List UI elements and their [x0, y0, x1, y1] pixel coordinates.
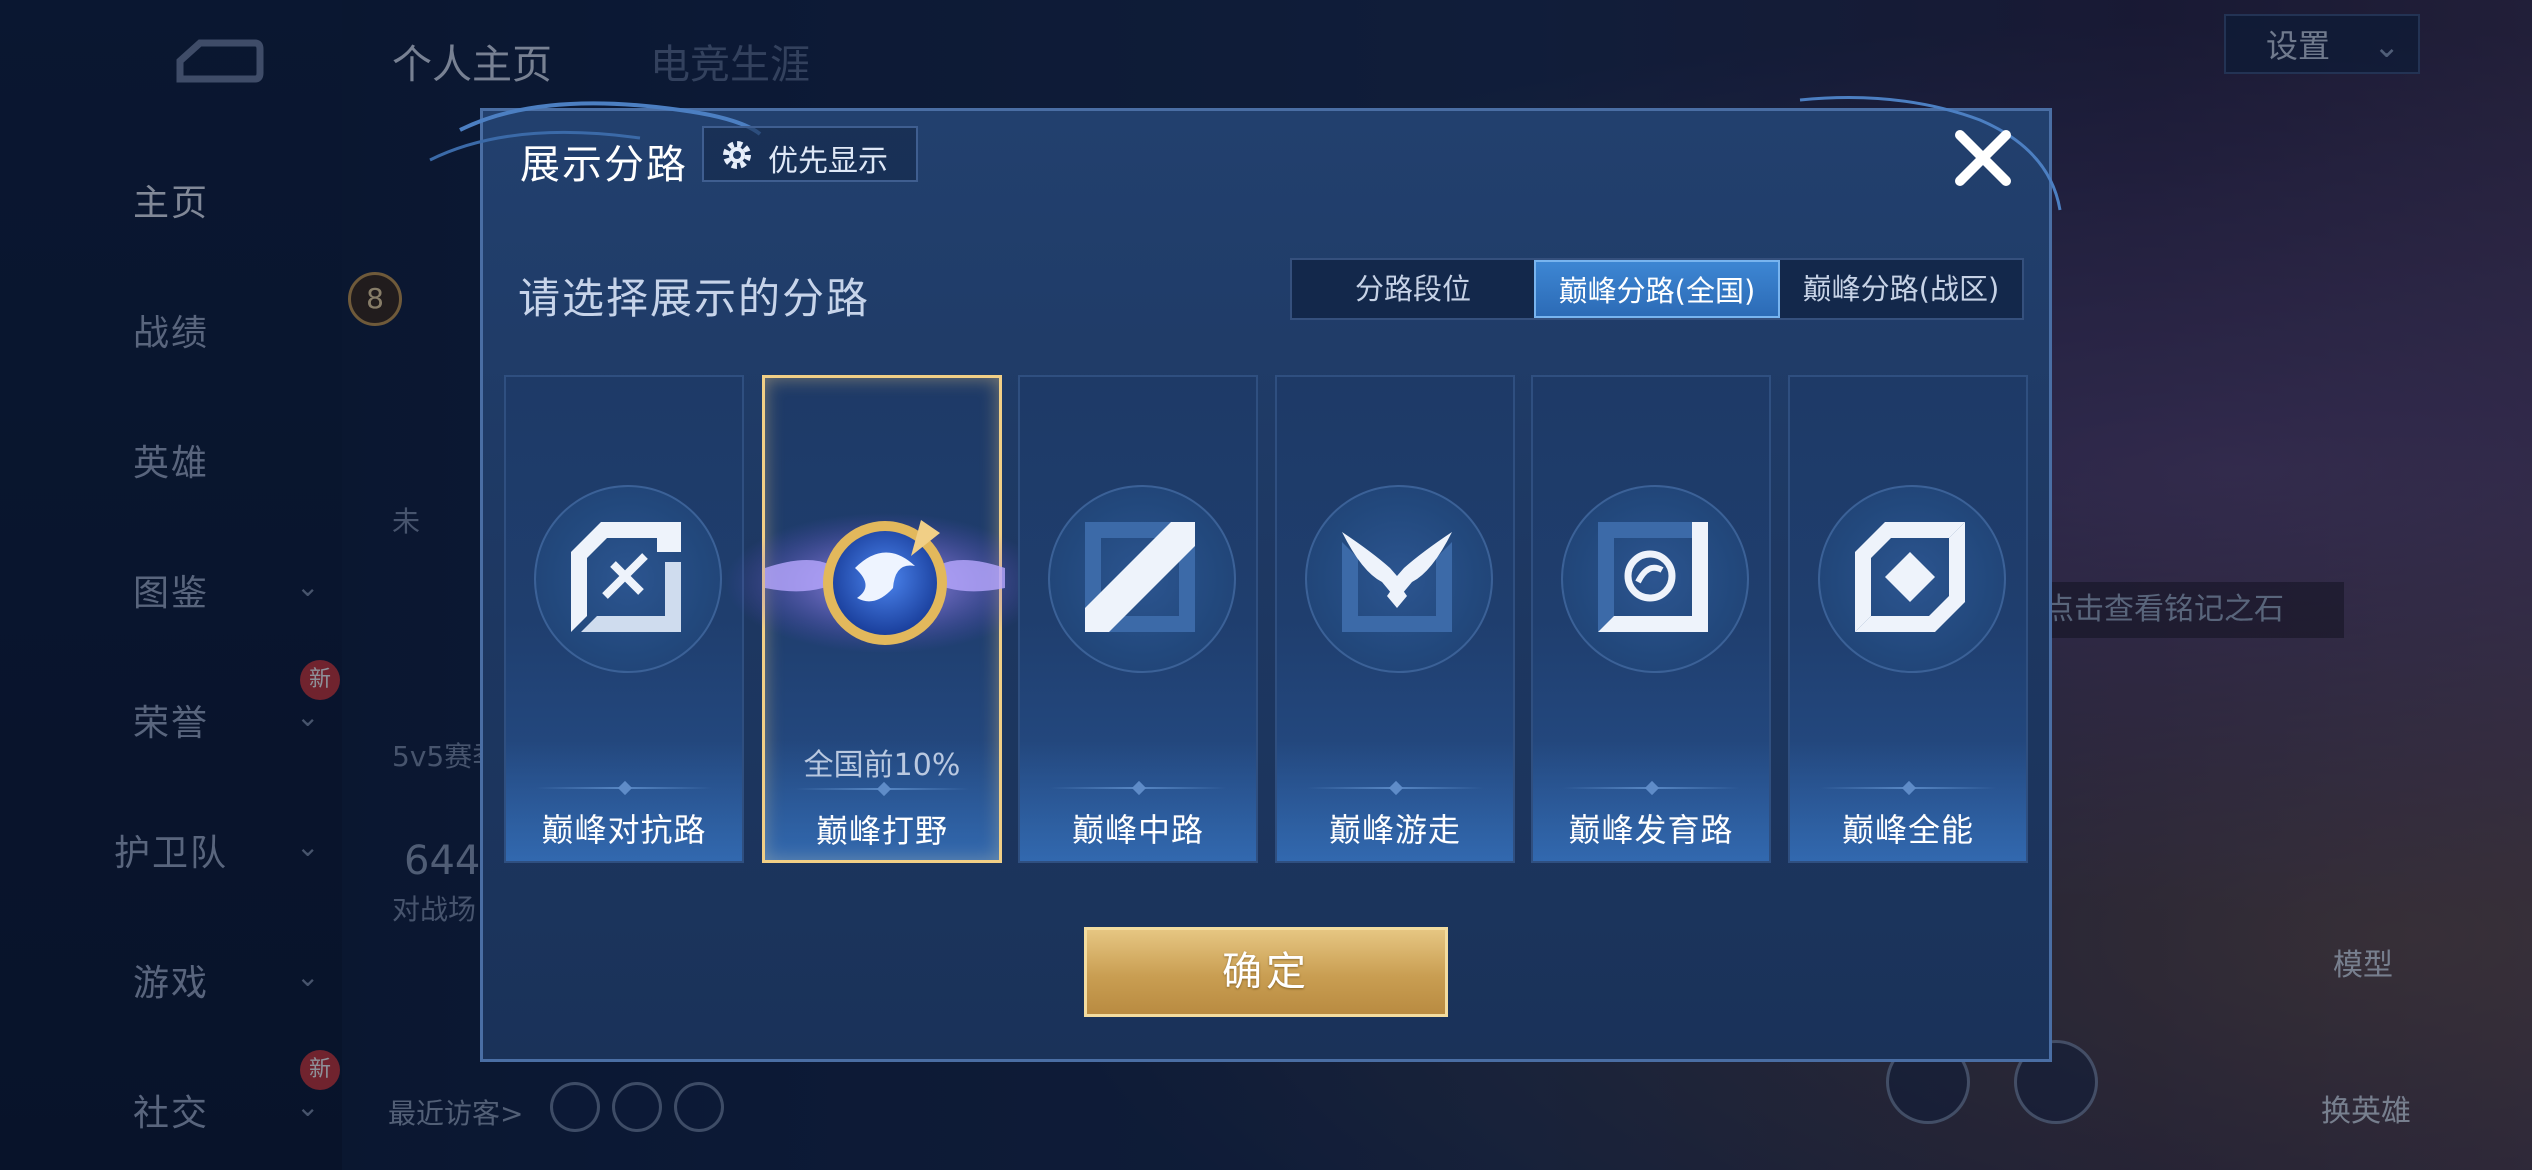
lane-card-roam[interactable]: 巅峰游走 [1275, 375, 1515, 863]
lane-card-name: 巅峰打野 [815, 812, 948, 850]
jungle-badge-icon [725, 513, 1045, 653]
dialog-subtitle: 请选择展示的分路 [518, 274, 871, 323]
lane-card-name: 巅峰中路 [1071, 811, 1204, 849]
lane-card-clash[interactable]: 巅峰对抗路 [504, 375, 744, 863]
lane-card-jungle[interactable]: 全国前10% 巅峰打野 [725, 375, 1045, 863]
priority-display-label: 优先显示 [768, 144, 888, 179]
all-round-icon [1855, 522, 1965, 632]
lane-card-name: 巅峰对抗路 [541, 811, 707, 849]
lane-card-name: 巅峰全能 [1841, 811, 1974, 849]
farm-lane-icon [1598, 522, 1708, 632]
lane-type-segmented-control: 分路段位 巅峰分路(全国) 巅峰分路(战区) [1290, 258, 2024, 320]
gear-icon [723, 141, 751, 169]
clash-lane-icon [571, 522, 681, 632]
lane-card-name: 巅峰游走 [1328, 811, 1461, 849]
segment-lane-rank[interactable]: 分路段位 [1292, 260, 1534, 318]
mid-lane-icon [1085, 522, 1195, 632]
roam-wings-icon [1342, 532, 1452, 632]
close-icon[interactable] [1950, 125, 2016, 191]
lane-card-all-round[interactable]: 巅峰全能 [1788, 375, 2028, 863]
dialog-title: 展示分路 [520, 142, 688, 188]
segment-peak-national[interactable]: 巅峰分路(全国) [1534, 260, 1780, 318]
lane-card-mid[interactable]: 巅峰中路 [1018, 375, 1258, 863]
segment-peak-region[interactable]: 巅峰分路(战区) [1780, 260, 2022, 318]
lane-card-farm[interactable]: 巅峰发育路 [1531, 375, 1771, 863]
priority-display-button[interactable]: 优先显示 [702, 126, 918, 182]
lane-card-name: 巅峰发育路 [1568, 811, 1734, 849]
lane-rank-text: 全国前10% [803, 748, 961, 783]
confirm-button[interactable]: 确定 [1084, 927, 1448, 1017]
